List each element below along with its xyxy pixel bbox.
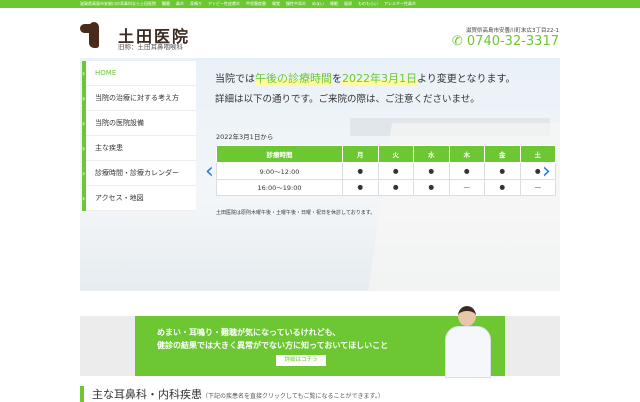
nav-philosophy[interactable]: 当院の治療に対する考え方 (82, 86, 196, 111)
column-header: 木 (448, 145, 485, 163)
topbar-item[interactable]: 嗅覚 (272, 1, 280, 6)
details-button[interactable]: 詳細はコチラ (276, 355, 326, 366)
schedule-start-date: 2022年3月1日から (216, 133, 274, 141)
phone-icon: ✆ (451, 34, 463, 49)
top-keyword-bar: 滋賀県高島市安曇川の耳鼻科なら土田医院 難聴 鼻炎 耳鳴り アトピー性皮膚炎 甲状腺疾患 嗅… (0, 0, 640, 8)
nav-access[interactable]: アクセス・地図 (82, 186, 196, 211)
table-header-row: 診療時間月火水木金土 (216, 145, 556, 163)
chevron-left-icon[interactable]: ‹ (205, 159, 214, 184)
logo-mark-icon (80, 22, 104, 48)
column-header: 火 (377, 145, 414, 163)
topbar-item[interactable]: めまい (312, 1, 324, 6)
column-header: 診療時間 (216, 145, 343, 163)
nav-diseases[interactable]: 主な疾患 (82, 136, 196, 161)
phone-text: 0740-32-3317 (466, 34, 559, 49)
topbar-item[interactable]: 睡眠 (330, 1, 338, 6)
topbar-item[interactable]: 風邪 (344, 1, 352, 6)
topbar-item[interactable]: 難聴 (162, 1, 170, 6)
hero-section: HOME 当院の治療に対する考え方 当院の医院設備 主な疾患 診療時間・診療カレ… (80, 58, 560, 291)
topbar-item[interactable]: アトピー性皮膚炎 (208, 1, 240, 6)
banner-line-1: めまい・耳鳴り・難聴が気になっているけれども、 (157, 328, 341, 337)
doctor-image (443, 306, 493, 378)
logo[interactable] (80, 22, 104, 48)
phone-number[interactable]: ✆ 0740-32-3317 (452, 34, 559, 49)
nav-hours[interactable]: 診療時間・診療カレンダー (82, 161, 196, 186)
topbar-item[interactable]: 甲状腺疾患 (246, 1, 266, 6)
topbar-item[interactable]: アレルギー性鼻炎 (384, 1, 416, 6)
table-row: 16:00〜19:00 ● ● ● — ● — (216, 178, 556, 196)
notice-line-2: 詳細は以下の通りです。ご来院の際は、ご注意くださいませ。 (215, 94, 480, 105)
schedule-table: 診療時間月火水木金土 9:00〜12:00 ● ● ● ● ● ● 16:00〜19:00 ●… (216, 145, 556, 196)
former-name: 旧称：土田耳鼻咽喉科 (118, 43, 183, 51)
banner-line-2: 健診の結果では大きく異常がでない方に知っておいてほしいこと (157, 341, 389, 350)
topbar-item[interactable]: ものもらい (358, 1, 378, 6)
topbar-item[interactable]: 滋賀県高島市安曇川の耳鼻科なら土田医院 (80, 1, 156, 6)
column-header: 金 (484, 145, 521, 163)
topbar-item[interactable]: 鼻炎 (176, 1, 184, 6)
table-row: 9:00〜12:00 ● ● ● ● ● ● (216, 162, 556, 180)
nav-facilities[interactable]: 当院の医院設備 (82, 111, 196, 136)
column-header: 水 (413, 145, 450, 163)
notice-line-1: 当院では午後の診療時間を2022年3月1日より変更となります。 (215, 72, 516, 85)
sidebar-nav: HOME 当院の治療に対する考え方 当院の医院設備 主な疾患 診療時間・診療カレ… (82, 61, 196, 211)
closed-days-note: 土田医院は原則木曜午後・土曜午後・日曜・祝日を休診しております。 (216, 210, 376, 216)
address: 滋賀県高島市安曇川町末広3丁目22-1 (466, 28, 559, 34)
column-header: 月 (342, 145, 379, 163)
topbar-item[interactable]: 慢性中耳炎 (286, 1, 306, 6)
topbar-item[interactable]: 耳鳴り (190, 1, 202, 6)
nav-home[interactable]: HOME (82, 61, 196, 86)
chevron-right-icon[interactable]: › (542, 159, 551, 184)
